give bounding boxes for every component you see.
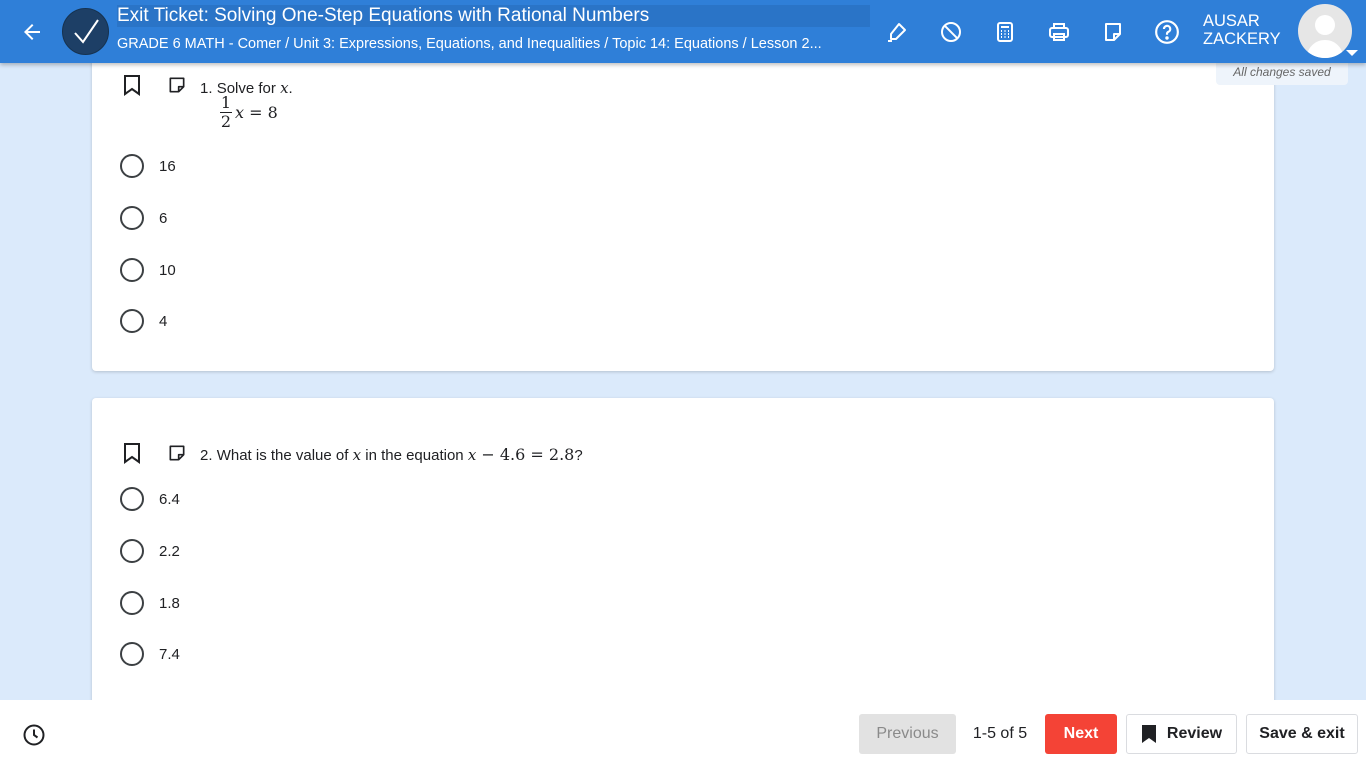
review-button[interactable]: Review	[1126, 714, 1237, 754]
denominator: 2	[220, 112, 232, 131]
help-button[interactable]	[1149, 14, 1185, 50]
math-variable: x	[280, 79, 289, 97]
option-label: 10	[159, 261, 176, 279]
fraction: 1 2	[220, 94, 232, 131]
app-logo	[62, 8, 109, 55]
user-last-name: ZACKERY	[1203, 30, 1281, 48]
answer-option[interactable]: 10	[120, 255, 176, 285]
notepad-button[interactable]	[1095, 14, 1131, 50]
question-prompt: 2. What is the value of x in the equatio…	[200, 445, 583, 464]
question-card-1: 1. Solve for x. 1 2 x = 8 16 6 10 4	[92, 40, 1274, 371]
sticky-note-icon	[169, 445, 185, 461]
prompt-end: .	[288, 80, 293, 97]
bookmark-icon	[124, 75, 140, 96]
back-button[interactable]	[14, 14, 50, 50]
bookmark-button[interactable]	[120, 73, 144, 97]
answer-option[interactable]: 7.4	[120, 639, 180, 669]
highlighter-button[interactable]	[879, 14, 915, 50]
math-variable: x	[352, 446, 362, 464]
assessment-title: Exit Ticket: Solving One-Step Equations …	[117, 5, 870, 27]
radio-button[interactable]	[120, 487, 144, 511]
answer-option[interactable]: 4	[120, 306, 167, 336]
question-card-2: 2. What is the value of x in the equatio…	[92, 398, 1274, 718]
bookmark-icon	[124, 443, 140, 464]
radio-button[interactable]	[120, 154, 144, 178]
review-label: Review	[1166, 725, 1223, 742]
radio-button[interactable]	[120, 539, 144, 563]
answer-option[interactable]: 6.4	[120, 484, 180, 514]
note-button[interactable]	[165, 73, 189, 97]
top-bar: Exit Ticket: Solving One-Step Equations …	[0, 0, 1366, 63]
question-number: 2.	[200, 447, 213, 464]
equation-rest: = 8	[244, 103, 278, 122]
radio-button[interactable]	[120, 258, 144, 282]
print-button[interactable]	[1041, 14, 1077, 50]
sticky-note-icon	[169, 77, 185, 93]
option-label: 2.2	[159, 542, 180, 560]
option-label: 6	[159, 209, 168, 227]
radio-button[interactable]	[120, 642, 144, 666]
page-count[interactable]: 1-5 of 5	[960, 714, 1040, 754]
answer-option[interactable]: 6	[120, 203, 167, 233]
user-first-name: AUSAR	[1203, 12, 1260, 30]
prompt-mid: in the equation	[361, 447, 468, 464]
chevron-down-icon[interactable]	[1346, 50, 1358, 56]
note-button[interactable]	[165, 441, 189, 465]
highlighter-icon	[888, 23, 906, 42]
option-label: 1.8	[159, 594, 180, 612]
user-name[interactable]: AUSAR ZACKERY	[1203, 12, 1293, 48]
arrow-left-icon	[24, 24, 40, 40]
breadcrumb[interactable]: GRADE 6 MATH - Comer / Unit 3: Expressio…	[117, 35, 872, 53]
prompt-text: What is the value of	[216, 447, 353, 464]
answer-option[interactable]: 16	[120, 151, 176, 181]
previous-button[interactable]: Previous	[859, 714, 956, 754]
bottom-bar: Previous 1-5 of 5 Next Review Save & exi…	[0, 700, 1366, 768]
help-icon	[1155, 20, 1179, 44]
bookmark-button[interactable]	[120, 441, 144, 465]
timer-button[interactable]	[21, 722, 47, 748]
user-avatar-icon	[1306, 15, 1344, 58]
sticky-note-icon	[1105, 23, 1121, 41]
answer-eliminator-button[interactable]	[933, 14, 969, 50]
calculator-button[interactable]	[987, 14, 1023, 50]
save-status: All changes saved	[1216, 60, 1348, 85]
radio-button[interactable]	[120, 309, 144, 333]
answer-option[interactable]: 1.8	[120, 588, 180, 618]
save-exit-button[interactable]: Save & exit	[1246, 714, 1358, 754]
bookmark-filled-icon	[1141, 724, 1157, 744]
option-label: 7.4	[159, 645, 180, 663]
avatar[interactable]	[1298, 4, 1352, 58]
equation-variable: x	[235, 103, 245, 122]
radio-button[interactable]	[120, 591, 144, 615]
option-label: 4	[159, 312, 168, 330]
question-number: 1.	[200, 80, 213, 97]
numerator: 1	[220, 93, 232, 112]
equation: 1 2 x = 8	[220, 94, 278, 131]
equation-rest: − 4.6 = 2.8	[476, 445, 575, 464]
option-label: 6.4	[159, 490, 180, 508]
checkmark-icon	[73, 18, 99, 44]
option-label: 16	[159, 157, 176, 175]
print-icon	[1049, 23, 1069, 41]
radio-button[interactable]	[120, 206, 144, 230]
calculator-icon	[997, 22, 1013, 42]
prompt-end: ?	[574, 447, 583, 464]
answer-option[interactable]: 2.2	[120, 536, 180, 566]
clock-icon	[23, 724, 45, 746]
eliminator-icon	[941, 22, 961, 42]
next-button[interactable]: Next	[1045, 714, 1117, 754]
